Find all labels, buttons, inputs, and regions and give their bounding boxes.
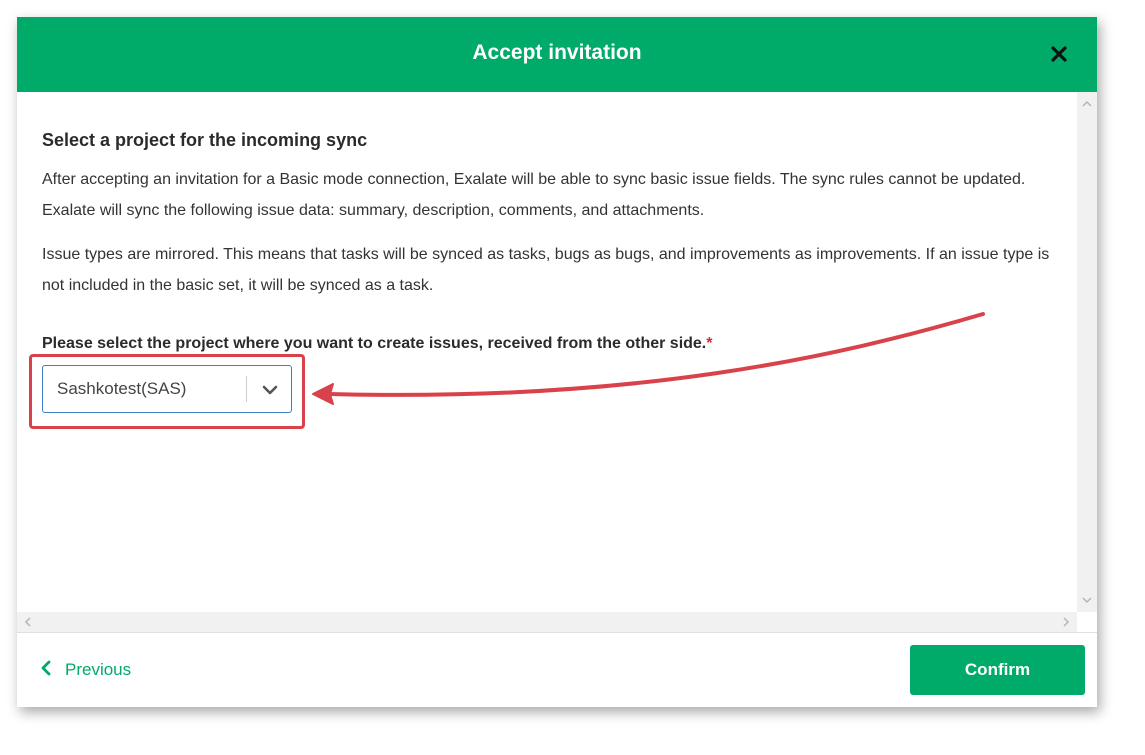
- required-marker: *: [706, 335, 713, 352]
- project-select[interactable]: Sashkotest(SAS): [42, 365, 292, 413]
- accept-invitation-dialog: Accept invitation Select a project for t…: [17, 17, 1097, 707]
- dialog-content: Select a project for the incoming sync A…: [17, 92, 1077, 612]
- previous-label: Previous: [65, 660, 132, 679]
- project-select-value: Sashkotest(SAS): [57, 379, 187, 398]
- description-paragraph-sync: After accepting an invitation for a Basi…: [42, 171, 1026, 219]
- description-paragraph-issue-types: Issue types are mirrored. This means tha…: [42, 246, 1050, 294]
- scroll-down-icon[interactable]: [1079, 592, 1095, 608]
- horizontal-scrollbar[interactable]: [17, 612, 1077, 632]
- close-icon: [1051, 46, 1067, 62]
- close-button[interactable]: [1049, 44, 1069, 64]
- vertical-scrollbar[interactable]: [1077, 92, 1097, 612]
- footer-divider: [17, 632, 1097, 633]
- select-divider: [246, 376, 247, 402]
- project-field-label-text: Please select the project where you want…: [42, 335, 707, 352]
- scroll-left-icon[interactable]: [20, 614, 36, 630]
- scroll-up-icon[interactable]: [1079, 96, 1095, 112]
- section-title: Select a project for the incoming sync: [42, 130, 368, 150]
- confirm-button[interactable]: Confirm: [910, 645, 1085, 695]
- scroll-right-icon[interactable]: [1058, 614, 1074, 630]
- project-field-label: Please select the project where you want…: [42, 335, 712, 353]
- chevron-left-icon: [41, 660, 51, 676]
- dialog-header: Accept invitation: [17, 17, 1097, 92]
- dialog-title: Accept invitation: [472, 41, 642, 64]
- chevron-down-icon[interactable]: [260, 380, 280, 400]
